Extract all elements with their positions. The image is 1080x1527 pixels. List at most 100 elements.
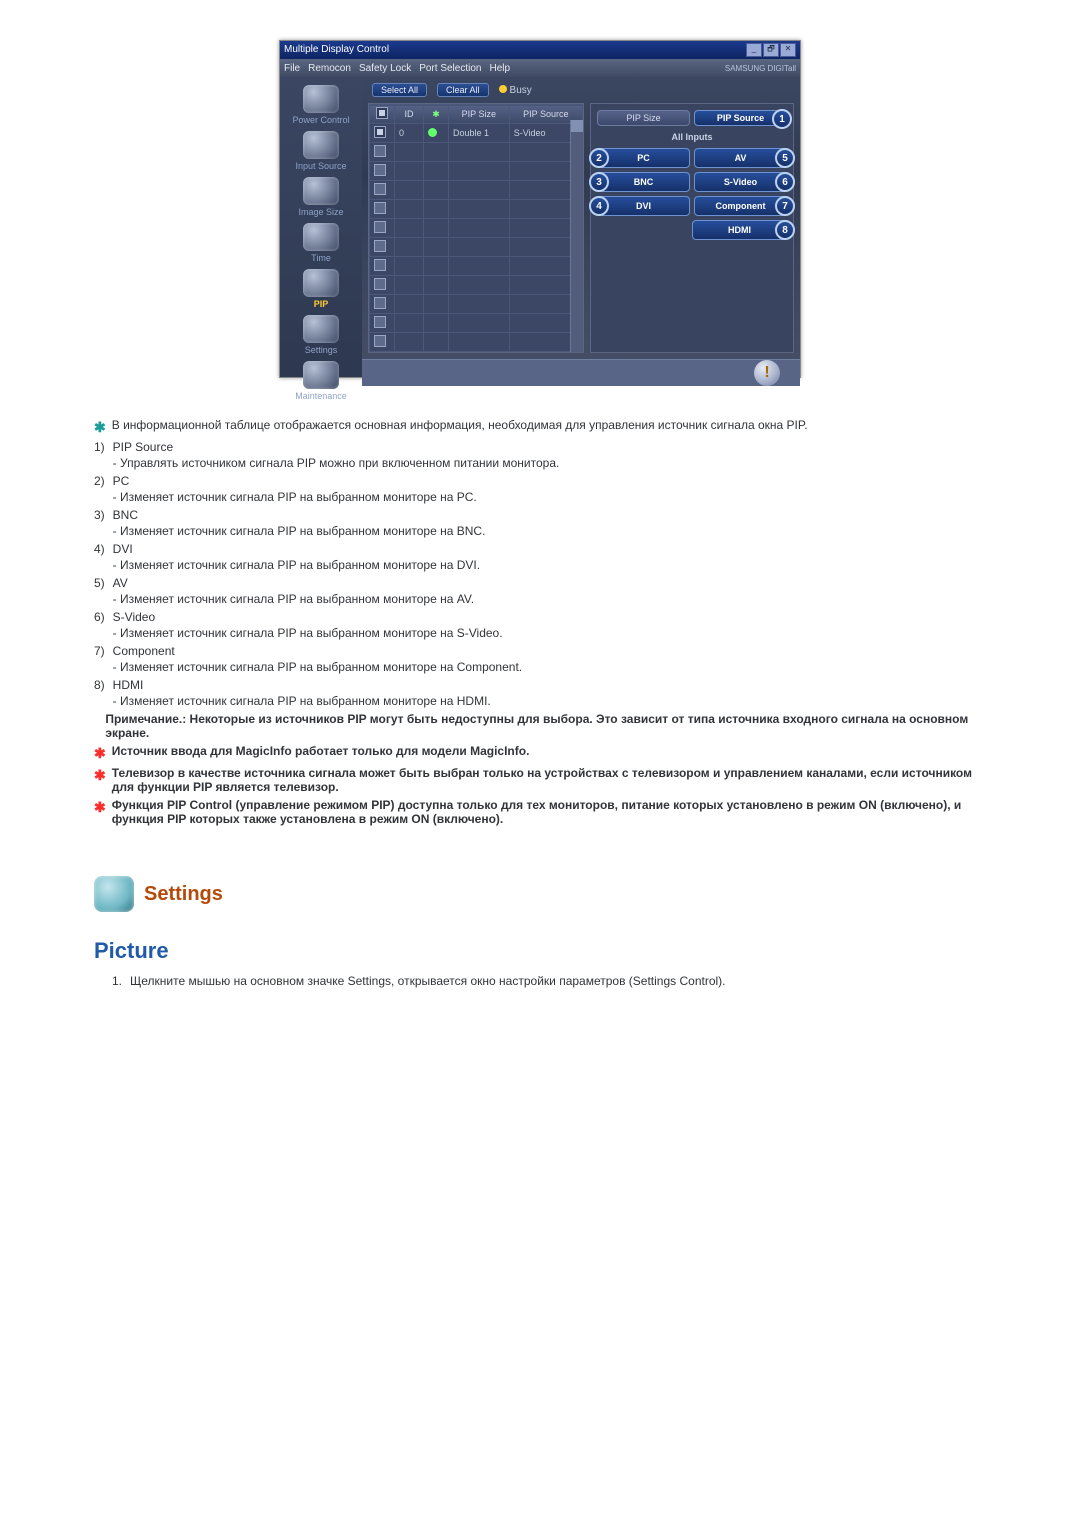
row-checkbox[interactable]: [374, 240, 386, 252]
input-label: HDMI: [728, 225, 751, 235]
row-checkbox[interactable]: [374, 335, 386, 347]
window-titlebar[interactable]: Multiple Display Control _ 🗗 ✕: [280, 41, 800, 59]
star-icon: ✱: [94, 744, 106, 762]
row-checkbox[interactable]: [374, 145, 386, 157]
row-checkbox[interactable]: [374, 126, 386, 138]
menu-safety-lock[interactable]: Safety Lock: [359, 63, 411, 74]
sidebar-item-pip[interactable]: PIP: [286, 269, 356, 309]
input-av-button[interactable]: AV5: [694, 148, 787, 168]
window-restore-icon[interactable]: 🗗: [763, 43, 779, 57]
sidebar-item-maintenance[interactable]: Maintenance: [286, 361, 356, 401]
power-icon: [303, 85, 339, 113]
lamp-header-icon: ✱: [432, 109, 440, 119]
item-title: PC: [113, 474, 986, 488]
article-body: ✱ В информационной таблице отображается …: [90, 418, 990, 988]
item-desc: - Изменяет источник сигнала PIP на выбра…: [113, 694, 986, 708]
table-row[interactable]: [370, 219, 583, 238]
sidebar-item-label: Input Source: [295, 161, 346, 171]
menu-remocon[interactable]: Remocon: [308, 63, 351, 74]
input-pc-button[interactable]: 2PC: [597, 148, 690, 168]
table-row[interactable]: [370, 295, 583, 314]
input-hdmi-button[interactable]: HDMI8: [692, 220, 787, 240]
item-num: 4): [94, 542, 105, 572]
hint-sphere-icon[interactable]: !: [754, 360, 780, 386]
sidebar-item-label: Power Control: [292, 115, 349, 125]
sidebar-item-image-size[interactable]: Image Size: [286, 177, 356, 217]
window-minimize-icon[interactable]: _: [746, 43, 762, 57]
row-checkbox[interactable]: [374, 202, 386, 214]
table-row[interactable]: [370, 333, 583, 352]
input-component-button[interactable]: Component7: [694, 196, 787, 216]
mdc-application-window: Multiple Display Control _ 🗗 ✕ File Remo…: [279, 40, 801, 378]
picture-item-text: Щелкните мышью на основном значке Settin…: [130, 974, 725, 988]
row-checkbox[interactable]: [374, 316, 386, 328]
table-row[interactable]: 0 Double 1 S-Video: [370, 124, 583, 143]
sidebar-item-input-source[interactable]: Input Source: [286, 131, 356, 171]
input-label: DVI: [636, 201, 651, 211]
sidebar-item-settings[interactable]: Settings: [286, 315, 356, 355]
table-row[interactable]: [370, 238, 583, 257]
note-text: Функция PIP Control (управление режимом …: [112, 798, 986, 826]
sidebar-item-label: PIP: [314, 299, 329, 309]
row-checkbox[interactable]: [374, 259, 386, 271]
callout-8: 8: [775, 220, 795, 240]
row-checkbox[interactable]: [374, 183, 386, 195]
clear-all-button[interactable]: Clear All: [437, 83, 489, 97]
window-title: Multiple Display Control: [284, 41, 389, 59]
input-bnc-button[interactable]: 3BNC: [597, 172, 690, 192]
table-row[interactable]: [370, 200, 583, 219]
table-row[interactable]: [370, 162, 583, 181]
settings-section-title: Settings: [144, 883, 223, 906]
table-row[interactable]: [370, 314, 583, 333]
star-icon: ✱: [94, 798, 106, 816]
tab-pip-size[interactable]: PIP Size: [597, 110, 690, 126]
item-desc: - Изменяет источник сигнала PIP на выбра…: [113, 558, 986, 572]
input-dvi-button[interactable]: 4DVI: [597, 196, 690, 216]
star-icon: ✱: [94, 418, 106, 436]
sidebar-item-label: Time: [311, 253, 331, 263]
sidebar-item-label: Settings: [305, 345, 338, 355]
menu-port-selection[interactable]: Port Selection: [419, 63, 481, 74]
item-num: 3): [94, 508, 105, 538]
cell-id: 0: [395, 124, 424, 143]
item-num: 2): [94, 474, 105, 504]
main-content: Select All Clear All Busy ID ✱ PIP Size …: [362, 77, 800, 377]
check-all-checkbox[interactable]: [376, 107, 388, 119]
row-checkbox[interactable]: [374, 297, 386, 309]
statusbar: !: [362, 359, 800, 386]
menu-help[interactable]: Help: [489, 63, 510, 74]
col-pip-size: PIP Size: [449, 105, 510, 124]
table-row[interactable]: [370, 143, 583, 162]
item-title: HDMI: [113, 678, 986, 692]
input-svideo-button[interactable]: S-Video6: [694, 172, 787, 192]
row-checkbox[interactable]: [374, 278, 386, 290]
table-scrollbar[interactable]: [570, 120, 583, 352]
item-desc: - Изменяет источник сигнала PIP на выбра…: [113, 592, 986, 606]
col-lamp: ✱: [424, 105, 449, 124]
note-text: Источник ввода для MagicInfo работает то…: [112, 744, 530, 758]
busy-status: Busy: [499, 85, 532, 96]
time-icon: [303, 223, 339, 251]
select-all-button[interactable]: Select All: [372, 83, 427, 97]
table-row[interactable]: [370, 257, 583, 276]
row-checkbox[interactable]: [374, 221, 386, 233]
sidebar-item-time[interactable]: Time: [286, 223, 356, 263]
cell-pip-size: Double 1: [449, 124, 510, 143]
table-row[interactable]: [370, 181, 583, 200]
col-check[interactable]: [370, 105, 395, 124]
item-title: PIP Source: [113, 440, 986, 454]
pip-icon: [303, 269, 339, 297]
scroll-up-icon[interactable]: [571, 120, 583, 132]
image-size-icon: [303, 177, 339, 205]
note-text: Телевизор в качестве источника сигнала м…: [112, 766, 986, 794]
item-title: DVI: [113, 542, 986, 556]
toolbar: Select All Clear All Busy: [362, 77, 800, 103]
window-close-icon[interactable]: ✕: [780, 43, 796, 57]
callout-2: 2: [589, 148, 609, 168]
sidebar-item-power-control[interactable]: Power Control: [286, 85, 356, 125]
row-checkbox[interactable]: [374, 164, 386, 176]
menu-file[interactable]: File: [284, 63, 300, 74]
item-num: 7): [94, 644, 105, 674]
table-row[interactable]: [370, 276, 583, 295]
tab-pip-source[interactable]: PIP Source 1: [694, 110, 787, 126]
